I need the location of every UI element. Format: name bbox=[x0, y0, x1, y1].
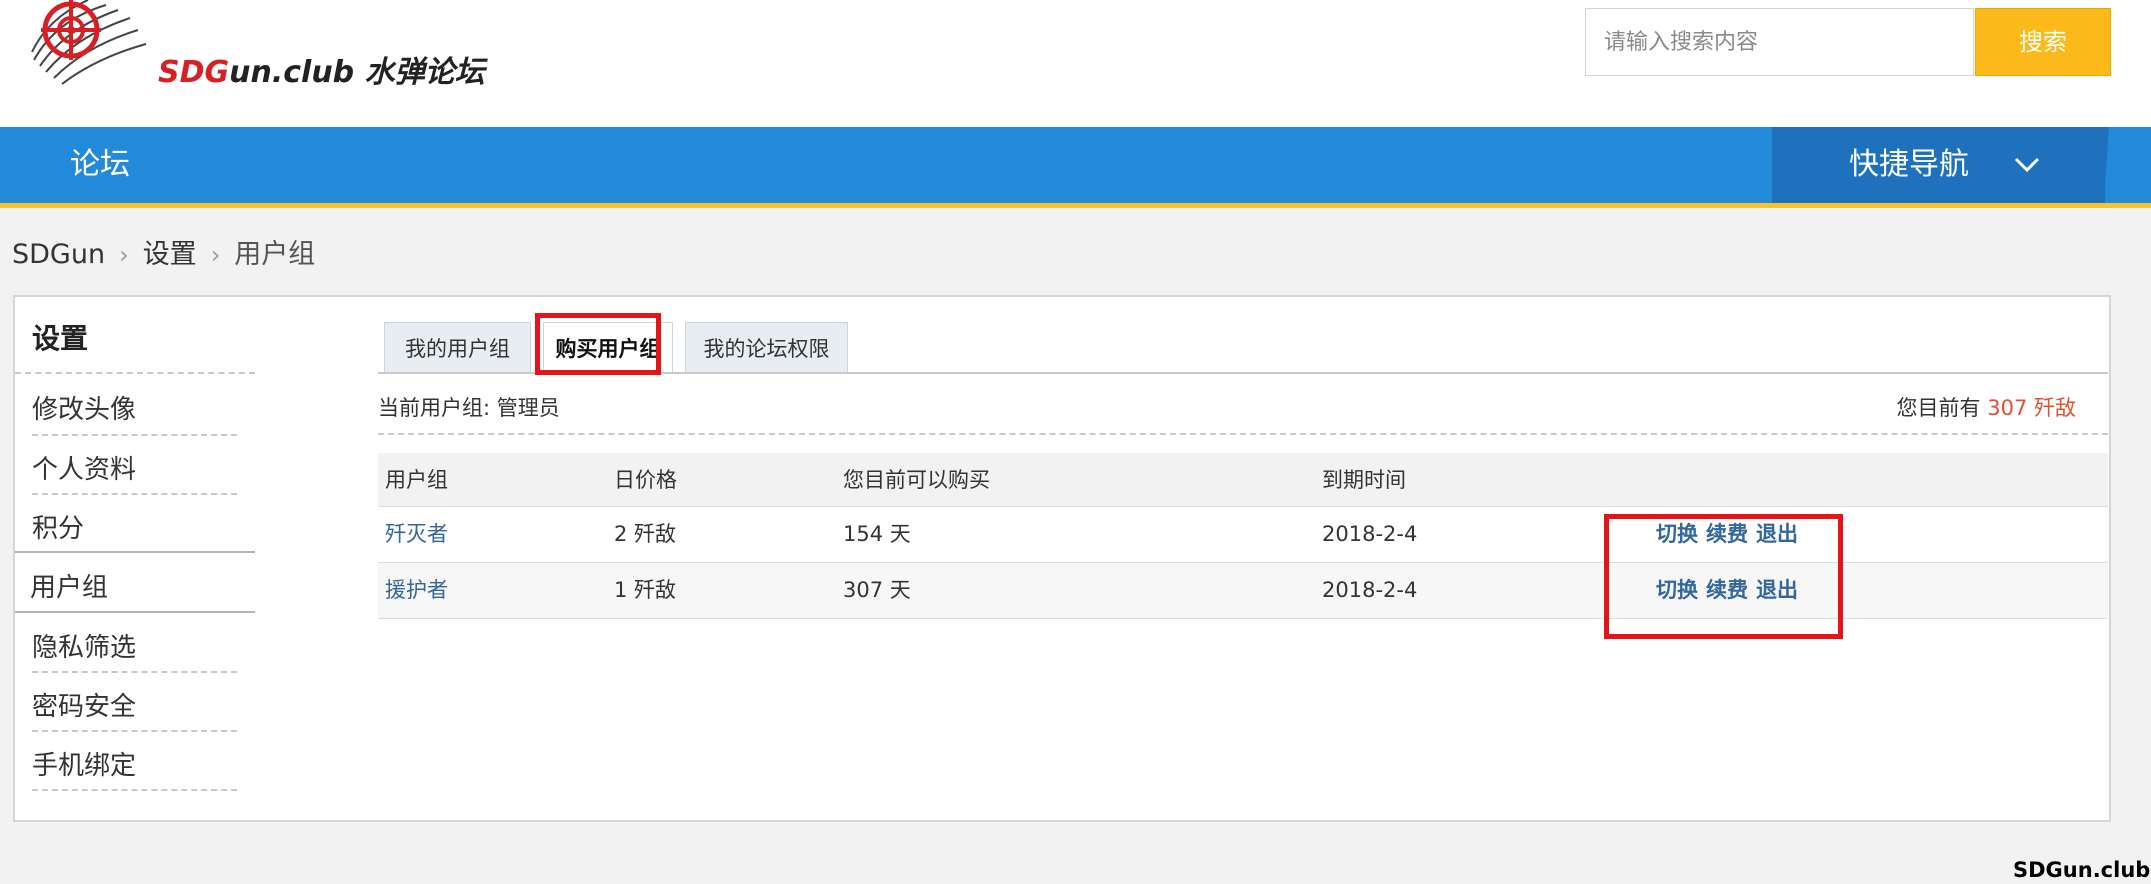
sidebar-item-credits[interactable]: 积分 bbox=[32, 508, 84, 545]
day-price: 2 歼敌 bbox=[614, 522, 677, 546]
quick-nav-label: 快捷导航 bbox=[1849, 147, 1969, 182]
usergroup-link[interactable]: 歼灭者 bbox=[385, 507, 448, 561]
info-divider bbox=[378, 433, 2108, 435]
svg-text:SDGun.club 水弹论坛: SDGun.club 水弹论坛 bbox=[158, 55, 489, 90]
day-price: 1 歼敌 bbox=[614, 578, 677, 602]
site-logo[interactable]: SDGun.club 水弹论坛 bbox=[26, 0, 496, 100]
site-header: SDGun.club 水弹论坛 搜索 bbox=[0, 0, 2151, 127]
column-header-can-buy: 您目前可以购买 bbox=[843, 468, 990, 492]
breadcrumb-home[interactable]: SDGun bbox=[12, 239, 105, 270]
main-nav: 论坛 快捷导航 bbox=[0, 127, 2151, 203]
tab-forum-permissions[interactable]: 我的论坛权限 bbox=[685, 322, 848, 374]
watermark: SDGun.club bbox=[2013, 858, 2151, 882]
breadcrumb-current: 用户组 bbox=[234, 239, 316, 270]
chevron-down-icon bbox=[2014, 157, 2040, 173]
annotation-highlight-actions bbox=[1604, 514, 1843, 639]
search-button[interactable]: 搜索 bbox=[1975, 8, 2111, 76]
sidebar-active-border bbox=[15, 611, 255, 613]
column-header-price: 日价格 bbox=[614, 468, 677, 492]
expire-date: 2018-2-4 bbox=[1322, 578, 1418, 602]
breadcrumb: SDGun › 设置 › 用户组 bbox=[12, 232, 315, 271]
balance-amount: 307 歼敌 bbox=[1987, 396, 2076, 420]
sidebar-divider bbox=[32, 493, 237, 495]
sidebar-item-avatar[interactable]: 修改头像 bbox=[32, 389, 136, 426]
sidebar-item-password[interactable]: 密码安全 bbox=[32, 686, 136, 723]
breadcrumb-separator: › bbox=[119, 241, 129, 269]
can-buy-days: 307 天 bbox=[843, 578, 911, 602]
quick-nav-button[interactable]: 快捷导航 bbox=[1772, 127, 2105, 203]
current-usergroup-text: 当前用户组: 管理员 bbox=[378, 396, 560, 420]
sidebar-divider bbox=[15, 372, 255, 374]
table-header: 用户组 日价格 您目前可以购买 到期时间 bbox=[378, 453, 2108, 507]
nav-forum-link[interactable]: 论坛 bbox=[70, 127, 130, 203]
settings-panel: 设置 修改头像 个人资料 积分 用户组 隐私筛选 密码安全 手机绑定 我的用户组… bbox=[13, 295, 2111, 822]
expire-date: 2018-2-4 bbox=[1322, 522, 1418, 546]
can-buy-days: 154 天 bbox=[843, 522, 911, 546]
tab-my-usergroup[interactable]: 我的用户组 bbox=[384, 322, 531, 374]
breadcrumb-separator: › bbox=[210, 241, 221, 269]
balance-prefix: 您目前有 bbox=[1896, 396, 1981, 420]
nav-underline bbox=[0, 203, 2151, 208]
sidebar-item-privacy[interactable]: 隐私筛选 bbox=[32, 627, 136, 664]
sidebar-active-border bbox=[15, 551, 255, 553]
sidebar-item-profile[interactable]: 个人资料 bbox=[32, 449, 136, 486]
column-header-group: 用户组 bbox=[385, 468, 448, 492]
table-row: 歼灭者 2 歼敌 154 天 2018-2-4 切换 续费 退出 bbox=[378, 507, 2108, 563]
sidebar-divider bbox=[32, 434, 237, 436]
sidebar-divider bbox=[32, 671, 237, 673]
sidebar-title: 设置 bbox=[32, 322, 89, 355]
column-header-expires: 到期时间 bbox=[1322, 468, 1406, 492]
usergroup-link[interactable]: 援护者 bbox=[385, 563, 448, 617]
balance-text: 您目前有 307 歼敌 bbox=[1897, 392, 2076, 422]
table-row: 援护者 1 歼敌 307 天 2018-2-4 切换 续费 退出 bbox=[378, 563, 2108, 619]
breadcrumb-settings[interactable]: 设置 bbox=[143, 239, 197, 270]
sidebar-divider bbox=[32, 789, 237, 791]
sidebar-item-usergroup[interactable]: 用户组 bbox=[30, 567, 108, 604]
sidebar-item-phone[interactable]: 手机绑定 bbox=[32, 745, 136, 782]
annotation-highlight-tab bbox=[535, 313, 661, 375]
search-input[interactable] bbox=[1585, 8, 1974, 76]
sidebar-divider bbox=[32, 730, 237, 732]
